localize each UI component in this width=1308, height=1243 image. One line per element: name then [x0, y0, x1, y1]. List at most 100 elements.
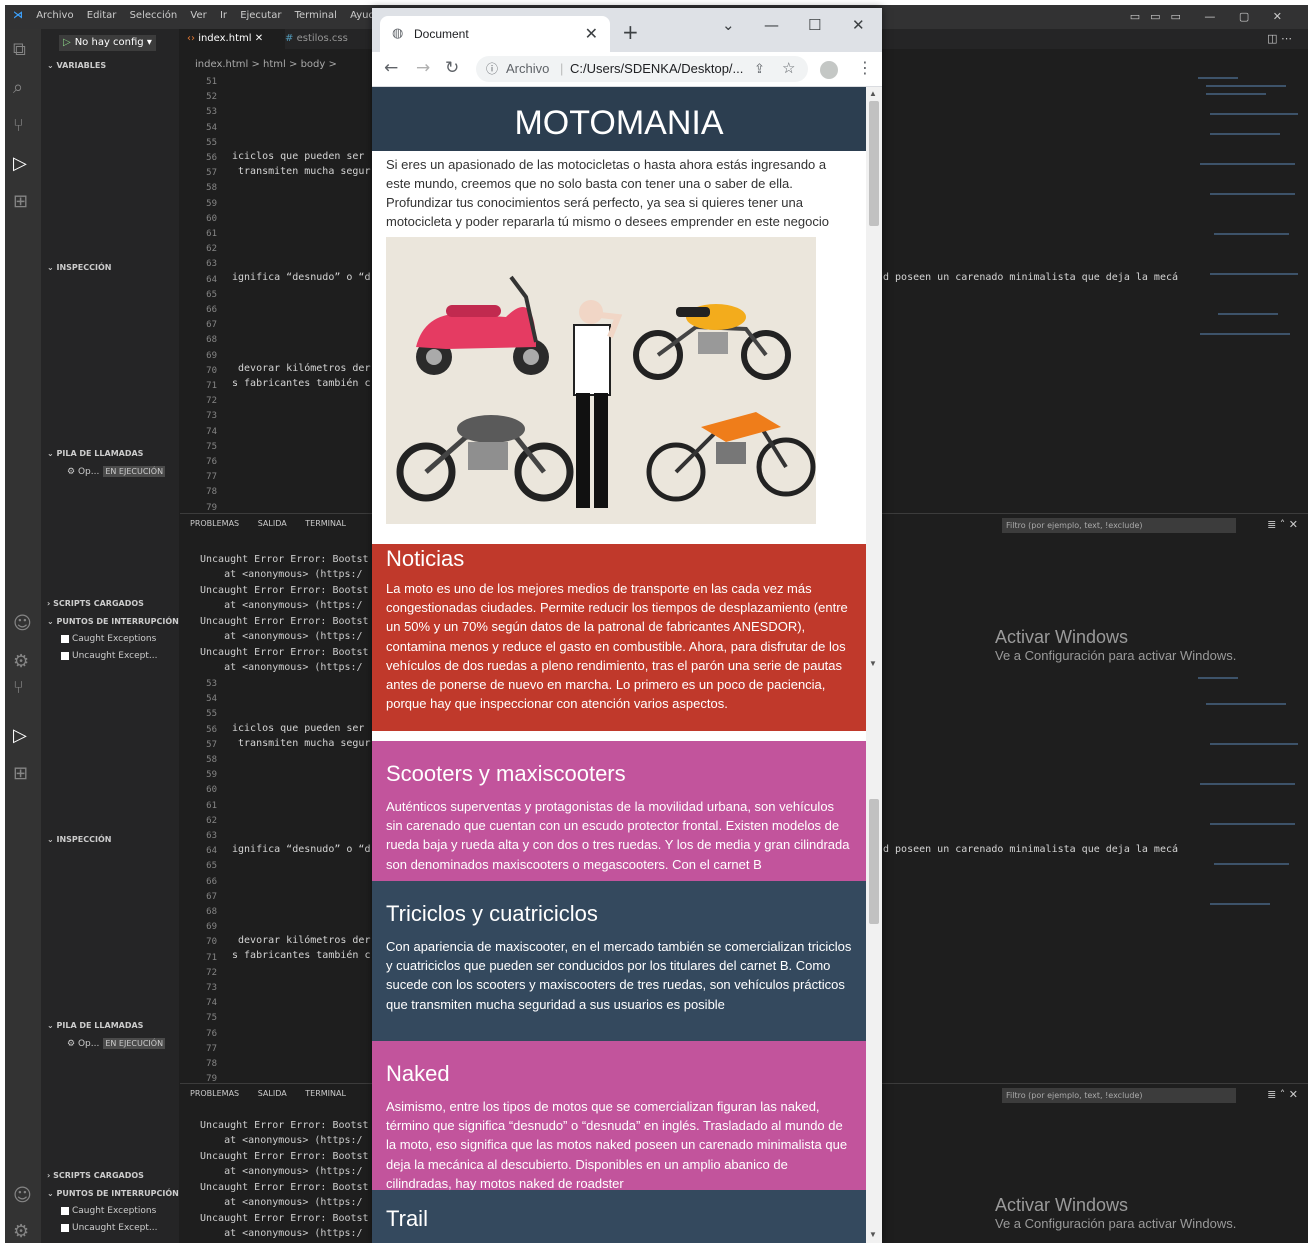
- extensions-icon[interactable]: ⊞: [13, 191, 28, 212]
- breakpoints-section[interactable]: ⌄ PUNTOS DE INTERRUPCIÓN: [47, 1189, 179, 1198]
- menu-bar: ⋊ Archivo Editar Selección Ver Ir Ejecut…: [13, 10, 391, 21]
- pila-section[interactable]: ⌄ PILA DE LLAMADAS: [47, 1021, 143, 1030]
- tab-problemas[interactable]: PROBLEMAS: [190, 1089, 239, 1098]
- profile-avatar[interactable]: [820, 61, 838, 79]
- menu-ver[interactable]: Ver: [190, 10, 206, 21]
- scripts-section[interactable]: › SCRIPTS CARGADOS: [47, 599, 144, 608]
- variables-section[interactable]: ⌄ VARIABLES: [47, 61, 106, 70]
- forward-arrow-icon[interactable]: →: [416, 58, 430, 78]
- code-line-56[interactable]: iciclos que pueden ser: [232, 723, 364, 734]
- tab-terminal[interactable]: TERMINAL: [305, 1089, 346, 1098]
- code-line-70[interactable]: devorar kilómetros der: [232, 363, 370, 374]
- search-icon[interactable]: ⌕: [13, 77, 23, 98]
- split-editor-icon[interactable]: ◫ ⋯: [1267, 32, 1292, 45]
- menu-terminal[interactable]: Terminal: [295, 10, 337, 21]
- scroll-thumb[interactable]: [869, 799, 879, 924]
- code-line-70[interactable]: devorar kilómetros der: [232, 935, 370, 946]
- code-line-71[interactable]: s fabricantes también c: [232, 378, 370, 389]
- code-line-57[interactable]: transmiten mucha segur: [232, 166, 370, 177]
- maximize-icon[interactable]: ☐: [808, 16, 821, 34]
- tab-search-icon[interactable]: ⌄: [722, 16, 735, 34]
- source-control-icon[interactable]: ⑂: [13, 677, 24, 698]
- tab-index-html[interactable]: ‹› index.html ✕: [179, 29, 285, 49]
- menu-archivo[interactable]: Archivo: [36, 10, 73, 21]
- account-icon[interactable]: ☺: [13, 1185, 32, 1206]
- vscode-window-controls[interactable]: ▭▭▭ — ▢ ✕: [1130, 10, 1292, 23]
- tab-problemas[interactable]: PROBLEMAS: [190, 519, 239, 528]
- line-numbers: 53 54 55 56 57 58 59 60 61 62 63 64 65 66 67 68 69 70 71 72…: [185, 677, 217, 1087]
- scripts-label: SCRIPTS CARGADOS: [53, 1171, 144, 1180]
- account-icon[interactable]: ☺: [13, 613, 32, 634]
- filter-input[interactable]: Filtro (por ejemplo, text, !exclude): [1002, 1088, 1236, 1103]
- scroll-down-arrow-icon[interactable]: ▼: [869, 1230, 877, 1239]
- minimap[interactable]: [1190, 673, 1300, 1083]
- panel-actions-icon[interactable]: ≣ ˄ ✕: [1267, 518, 1298, 531]
- close-window-icon[interactable]: ✕: [852, 16, 865, 34]
- browser-tab[interactable]: ◍ Document ✕: [380, 16, 610, 52]
- extensions-icon[interactable]: ⊞: [13, 763, 28, 784]
- minimap-line: [1214, 863, 1289, 865]
- page-viewport[interactable]: MOTOMANIA Si eres un apasionado de las m…: [372, 87, 882, 1243]
- code-line-64-right[interactable]: d poseen un carenado minimalista que dej…: [883, 844, 1178, 855]
- panel-actions-icon[interactable]: ≣ ˄ ✕: [1267, 1088, 1298, 1101]
- minimize-icon[interactable]: —: [764, 16, 779, 34]
- intro-paragraph: Si eres un apasionado de las motocicleta…: [386, 157, 829, 229]
- code-line-57[interactable]: transmiten mucha segur: [232, 738, 370, 749]
- info-icon[interactable]: ⓘ: [486, 56, 498, 82]
- tab-salida[interactable]: SALIDA: [258, 519, 287, 528]
- code-line-64[interactable]: ignifica “desnudo” o “d: [232, 272, 370, 283]
- line-number: 51: [206, 77, 217, 87]
- code-line-64[interactable]: ignifica “desnudo” o “d: [232, 844, 370, 855]
- tab-terminal[interactable]: TERMINAL: [305, 519, 346, 528]
- tab-salida[interactable]: SALIDA: [258, 1089, 287, 1098]
- code-line-64-right[interactable]: d poseen un carenado minimalista que dej…: [883, 272, 1178, 283]
- run-debug-icon[interactable]: ▷: [13, 725, 27, 746]
- pila-section[interactable]: ⌄ PILA DE LLAMADAS: [47, 449, 143, 458]
- scroll-thumb[interactable]: [869, 101, 879, 226]
- filter-input[interactable]: Filtro (por ejemplo, text, !exclude): [1002, 518, 1236, 533]
- breadcrumb[interactable]: index.html > html > body >: [195, 59, 337, 70]
- scroll-up-arrow-icon[interactable]: ▲: [869, 89, 877, 98]
- source-control-icon[interactable]: ⑂: [13, 115, 24, 136]
- new-tab-button[interactable]: +: [622, 20, 639, 44]
- call-stack-item[interactable]: ⚙ Op... EN EJECUCIÓN: [67, 1038, 166, 1049]
- close-tab-icon[interactable]: ✕: [585, 24, 598, 43]
- settings-gear-icon[interactable]: ⚙: [13, 651, 29, 672]
- tab-estilos-css[interactable]: # estilos.css: [277, 29, 363, 49]
- uncaught-exceptions-checkbox[interactable]: Uncaught Except...: [61, 651, 157, 661]
- activate-windows-watermark: Activar Windows Ve a Configuración para …: [995, 627, 1236, 663]
- explorer-icon[interactable]: ⧉: [13, 39, 26, 60]
- caught-exceptions-checkbox[interactable]: Caught Exceptions: [61, 1206, 156, 1216]
- scripts-section[interactable]: › SCRIPTS CARGADOS: [47, 1171, 144, 1180]
- minimap[interactable]: [1190, 73, 1300, 513]
- page-scrollbar[interactable]: ▲ ▼ ▼: [866, 87, 882, 1243]
- run-debug-icon[interactable]: ▷: [13, 153, 27, 174]
- inspeccion-section[interactable]: ⌄ INSPECCIÓN: [47, 835, 111, 844]
- menu-kebab-icon[interactable]: ⋮: [857, 58, 873, 77]
- reload-icon[interactable]: ↻: [445, 58, 459, 78]
- menu-editar[interactable]: Editar: [87, 10, 117, 21]
- line-number: 55: [206, 709, 217, 720]
- menu-ejecutar[interactable]: Ejecutar: [240, 10, 281, 21]
- code-line-56[interactable]: iciclos que pueden ser: [232, 151, 364, 162]
- start-debug-icon[interactable]: ▷: [63, 37, 71, 48]
- menu-ir[interactable]: Ir: [220, 10, 227, 21]
- caught-exceptions-checkbox[interactable]: Caught Exceptions: [61, 634, 156, 644]
- uncaught-exceptions-checkbox[interactable]: Uncaught Except...: [61, 1223, 157, 1233]
- activate-title: Activar Windows: [995, 627, 1129, 647]
- section-title: Trail: [386, 1206, 428, 1231]
- call-stack-item[interactable]: ⚙ Op... EN EJECUCIÓN: [67, 466, 166, 477]
- address-bar[interactable]: ⓘ Archivo | C:/Users/SDENKA/Desktop/... …: [476, 56, 808, 82]
- menu-seleccion[interactable]: Selección: [130, 10, 178, 21]
- back-arrow-icon[interactable]: ←: [384, 58, 398, 78]
- debug-config-dropdown[interactable]: ▷ No hay config ▾: [59, 35, 156, 51]
- settings-gear-icon[interactable]: ⚙: [13, 1221, 29, 1242]
- bookmark-star-icon[interactable]: ☆: [782, 56, 795, 82]
- scroll-down-arrow-icon[interactable]: ▼: [869, 659, 877, 668]
- section-title: Noticias: [386, 546, 465, 571]
- inspeccion-section[interactable]: ⌄ INSPECCIÓN: [47, 263, 111, 272]
- share-icon[interactable]: ⇪: [754, 56, 765, 82]
- code-line-71[interactable]: s fabricantes también c: [232, 950, 370, 961]
- line-number: 71: [206, 952, 217, 963]
- breakpoints-section[interactable]: ⌄ PUNTOS DE INTERRUPCIÓN: [47, 617, 179, 626]
